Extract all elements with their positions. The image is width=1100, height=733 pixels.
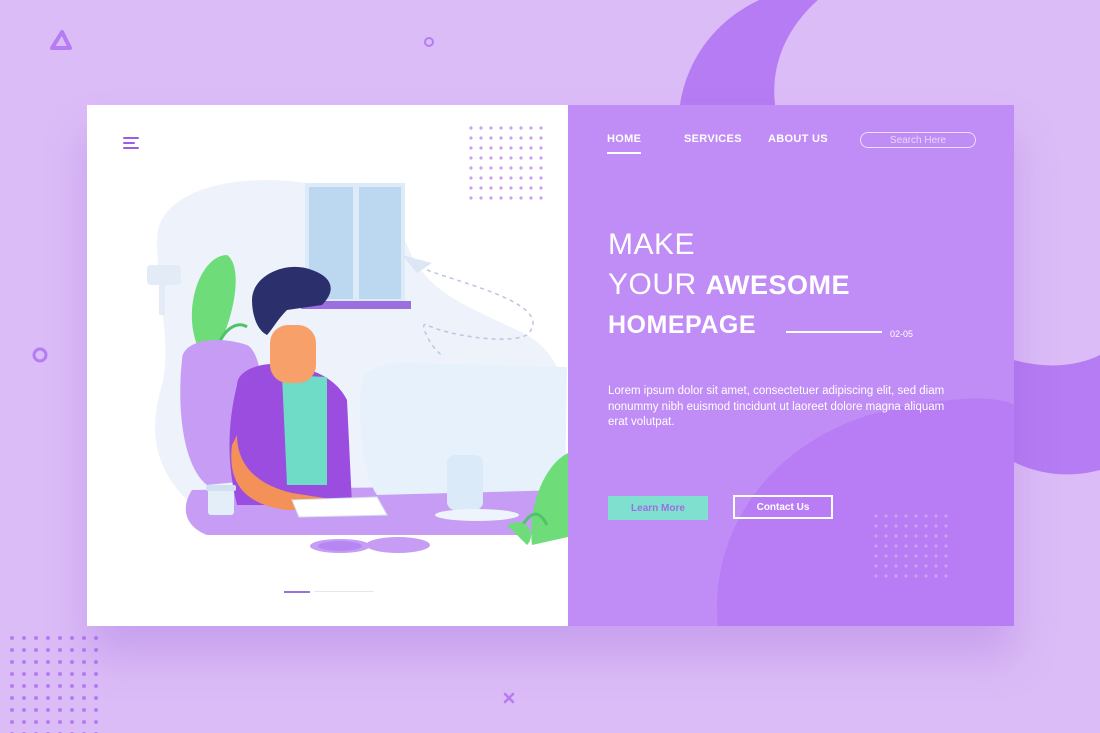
- man-working-at-computer-illustration: [147, 126, 568, 553]
- nav-home[interactable]: HOME: [607, 133, 642, 154]
- headline-word-homepage: HOMEPAGE: [608, 311, 756, 339]
- learn-more-button[interactable]: Learn More: [608, 496, 708, 520]
- illustration-panel: [87, 105, 568, 626]
- slider-indicator: [284, 591, 374, 593]
- nav-about-us[interactable]: ABOUT US: [768, 133, 828, 149]
- page-indicator: 02-05: [890, 329, 914, 339]
- headline-word-your: YOUR: [608, 268, 697, 301]
- headline-word-awesome: AWESOME: [705, 270, 851, 300]
- headline-underline: [786, 331, 882, 333]
- nav-services[interactable]: SERVICES: [684, 133, 742, 149]
- hero-description: Lorem ipsum dolor sit amet, consectetuer…: [608, 385, 945, 428]
- headline-line-1: MAKE: [608, 228, 695, 262]
- hero-panel: HOME SERVICES ABOUT US MAKE YOUR AWESOME…: [568, 105, 1014, 626]
- contact-us-button[interactable]: Contact Us: [733, 495, 833, 519]
- headline-line-2: YOUR AWESOME: [608, 268, 850, 302]
- headline-line-3: HOMEPAGE: [608, 307, 756, 341]
- panel-decoration: [717, 398, 1014, 626]
- search-input[interactable]: [860, 132, 976, 148]
- headline-word-make: MAKE: [608, 228, 696, 261]
- landing-page-card: HOME SERVICES ABOUT US MAKE YOUR AWESOME…: [87, 105, 1014, 626]
